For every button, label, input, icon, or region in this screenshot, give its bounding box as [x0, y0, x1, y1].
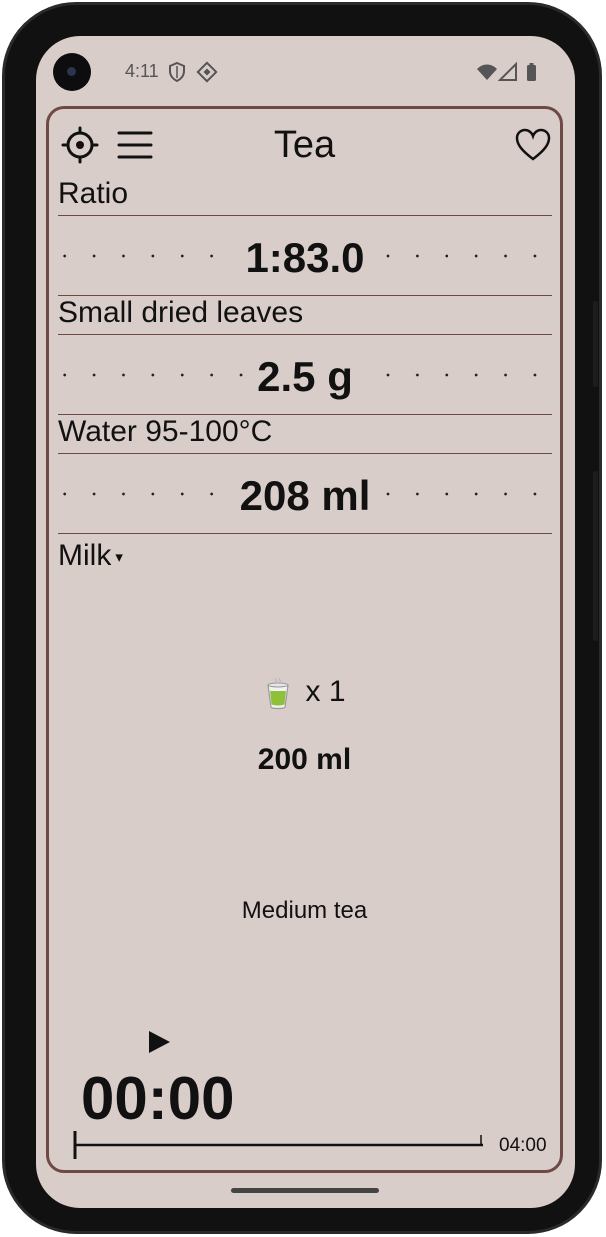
power-button: [593, 301, 598, 387]
leaves-slider[interactable]: 2.5 g: [49, 335, 560, 415]
water-label: Water 95-100°C: [58, 416, 552, 454]
battery-icon: [527, 63, 536, 81]
screen: 4:11 Tea Ratio 1:83.0 Small dried leaves…: [36, 36, 575, 1208]
volume-button: [593, 471, 598, 641]
water-value: 208 ml: [225, 472, 385, 520]
timer-progress-bar[interactable]: [71, 1129, 491, 1159]
front-camera: [53, 53, 91, 91]
cellular-signal-icon: [498, 61, 517, 81]
app-title: Tea: [273, 124, 336, 166]
wifi-icon: [477, 64, 497, 80]
water-slider[interactable]: 208 ml: [49, 454, 560, 534]
favorite-icon[interactable]: [513, 125, 553, 165]
cup-count-text: x 1: [305, 675, 346, 708]
ratio-value: 1:83.0: [231, 234, 379, 282]
play-icon[interactable]: [145, 1028, 173, 1056]
device-frame: 4:11 Tea Ratio 1:83.0 Small dried leaves…: [2, 2, 602, 1234]
cup-count: x 1: [49, 675, 560, 711]
ratio-label: Ratio: [58, 178, 552, 216]
leaves-value: 2.5 g: [243, 353, 367, 401]
tea-strength: Medium tea: [241, 897, 368, 924]
ratio-slider[interactable]: 1:83.0: [49, 216, 560, 296]
serving-volume: 200 ml: [257, 743, 352, 776]
milk-label: Milk: [58, 539, 112, 572]
app-container: Tea Ratio 1:83.0 Small dried leaves 2.5 …: [46, 106, 563, 1173]
timer-display: 00:00: [81, 1065, 235, 1132]
timer-end-label: 04:00: [499, 1135, 547, 1156]
navigation-handle[interactable]: [231, 1188, 379, 1193]
leaves-label: Small dried leaves: [58, 297, 552, 335]
toolbar: Tea: [49, 109, 560, 179]
tea-cup-icon: [267, 677, 290, 710]
diamond-grid-icon: [196, 61, 218, 83]
chevron-down-icon: ▾: [115, 549, 123, 567]
status-time: 4:11: [125, 61, 159, 81]
shield-icon: [169, 61, 185, 83]
milk-dropdown[interactable]: Milk ▾: [58, 539, 123, 573]
